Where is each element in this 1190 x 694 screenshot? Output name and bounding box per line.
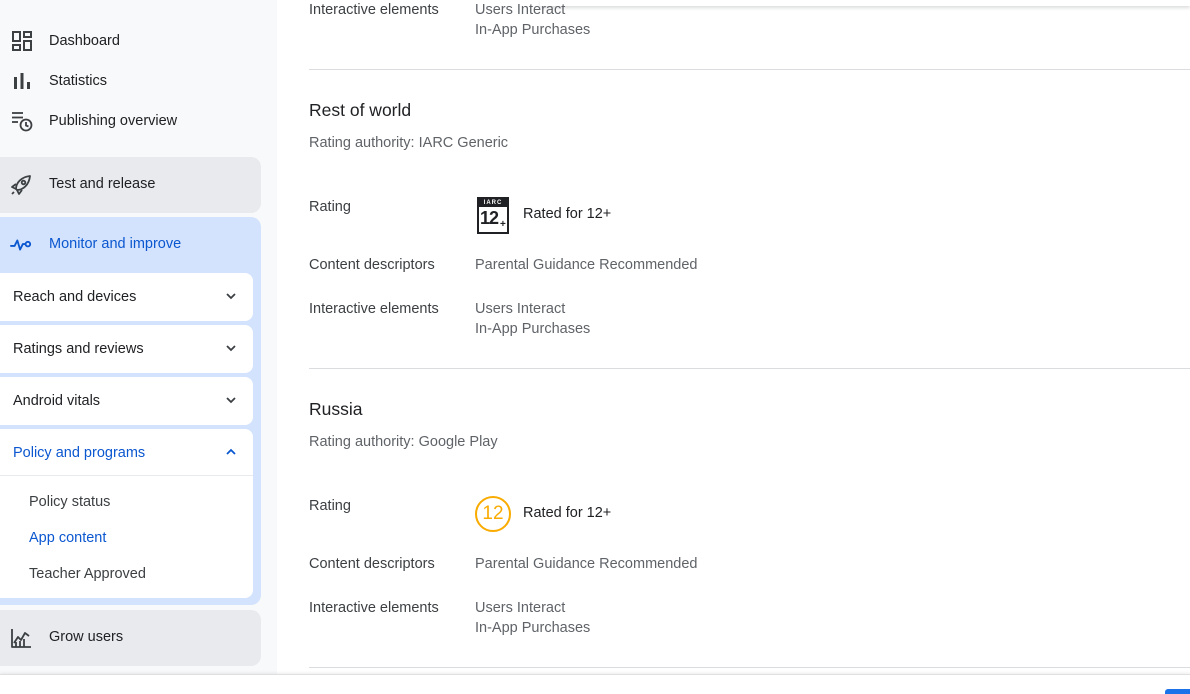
rating-label: Rating (309, 498, 351, 514)
divider (0, 475, 253, 476)
nav-link-teacher-approved[interactable]: Teacher Approved (29, 566, 146, 582)
interactive-elements-label: Interactive elements (309, 301, 439, 317)
nav-item-dashboard[interactable]: Dashboard (0, 21, 261, 61)
interactive-value: In-App Purchases (475, 22, 591, 38)
subsection-label: Policy and programs (13, 445, 146, 461)
section-divider (309, 69, 1190, 70)
interactive-value: In-App Purchases (475, 620, 591, 636)
chevron-down-icon (224, 341, 238, 355)
subsection-header[interactable]: Android vitals (0, 377, 253, 425)
nav-link-policy-status[interactable]: Policy status (29, 494, 110, 510)
nav-item-label: Statistics (49, 73, 108, 89)
bar-chart-icon (11, 70, 33, 92)
nav-item-statistics[interactable]: Statistics (0, 61, 261, 101)
dashboard-icon (11, 30, 33, 52)
section-divider (309, 667, 1190, 668)
subsection-header[interactable]: Policy and programs (0, 429, 253, 477)
section-label: Grow users (49, 629, 124, 645)
rating-label: Rating (309, 199, 351, 215)
chevron-down-icon (224, 393, 238, 407)
chevron-down-icon (224, 289, 238, 303)
nav-link-app-content[interactable]: App content (29, 530, 106, 546)
subsection-label: Android vitals (13, 393, 101, 409)
section-label: Monitor and improve (49, 236, 182, 252)
interactive-value: Users Interact (475, 600, 566, 616)
subsection-ratings-and-reviews[interactable]: Ratings and reviews (0, 325, 253, 373)
subsection-label: Ratings and reviews (13, 341, 144, 357)
content-descriptors-label: Content descriptors (309, 556, 435, 572)
content-descriptors-label: Content descriptors (309, 257, 435, 273)
section-divider (309, 368, 1190, 369)
subsection-policy-and-programs: Policy and programs Policy status App co… (0, 429, 253, 598)
section-test-and-release: Test and release (0, 157, 261, 213)
chevron-up-icon (224, 445, 238, 459)
content-descriptors-value: Parental Guidance Recommended (475, 556, 698, 572)
left-navigation: Dashboard Statistics Publishing overview… (0, 0, 277, 694)
interactive-value: Users Interact (475, 2, 566, 18)
interactive-elements-label: Interactive elements (309, 600, 439, 616)
interactive-elements-label: Interactive elements (309, 2, 439, 18)
nav-item-label: Publishing overview (49, 113, 178, 129)
nav-item-label: Dashboard (49, 33, 120, 49)
monitor-pulse-icon (10, 234, 32, 256)
section-header-monitor-and-improve[interactable]: Monitor and improve (0, 217, 261, 273)
content-descriptors-value: Parental Guidance Recommended (475, 257, 698, 273)
rocket-icon (10, 174, 32, 196)
bottom-action-bar (0, 674, 1190, 694)
interactive-value: Users Interact (475, 301, 566, 317)
publishing-overview-icon (11, 110, 33, 132)
rating-text: Rated for 12+ (523, 505, 612, 521)
region-title: Rest of world (309, 100, 412, 120)
region-title: Russia (309, 399, 363, 419)
google-play-12-rating-icon: 12 (475, 496, 511, 532)
section-grow-users: Grow users (0, 610, 261, 666)
rating-text: Rated for 12+ (523, 206, 612, 222)
iarc-12-rating-icon: IARC 12 + (477, 197, 509, 234)
section-header-grow-users[interactable]: Grow users (0, 610, 261, 666)
subsection-label: Reach and devices (13, 289, 137, 305)
subsection-android-vitals[interactable]: Android vitals (0, 377, 253, 425)
section-header-test-and-release[interactable]: Test and release (0, 157, 261, 213)
rating-authority: Rating authority: Google Play (309, 434, 498, 450)
nav-item-publishing-overview[interactable]: Publishing overview (0, 101, 261, 141)
primary-action-button[interactable] (1165, 689, 1190, 694)
interactive-value: In-App Purchases (475, 321, 591, 337)
subsection-reach-and-devices[interactable]: Reach and devices (0, 273, 253, 321)
section-label: Test and release (49, 176, 156, 192)
rating-authority: Rating authority: IARC Generic (309, 135, 509, 151)
subsection-header[interactable]: Reach and devices (0, 273, 253, 321)
sticky-header-shadow (540, 0, 1190, 6)
main-content (277, 0, 1190, 694)
subsection-header[interactable]: Ratings and reviews (0, 325, 253, 373)
section-monitor-and-improve: Monitor and improve Reach and devices Ra… (0, 217, 261, 605)
grow-chart-icon (10, 627, 32, 649)
